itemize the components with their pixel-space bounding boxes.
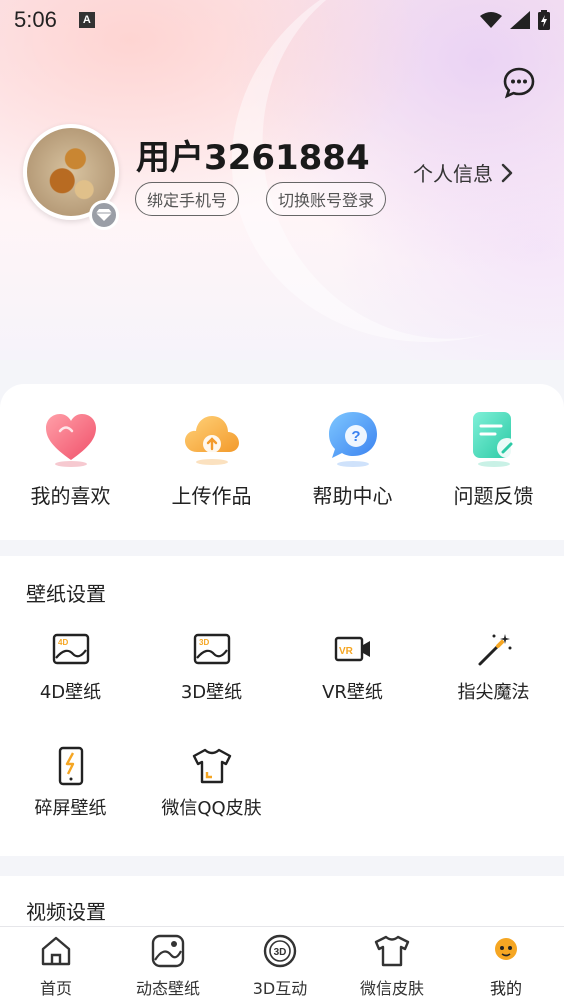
broken-screen-icon bbox=[58, 746, 83, 786]
svg-text:?: ? bbox=[351, 428, 360, 445]
setting-label: 4D壁纸 bbox=[39, 682, 102, 703]
wallpaper-settings-card: 壁纸设置 4D 4D壁纸 3D 3D壁纸 VR VR壁纸 指尖魔法 碎屏壁纸 微… bbox=[0, 556, 564, 856]
4d-wallpaper-icon: 4D bbox=[52, 633, 89, 665]
quick-action-label: 问题反馈 bbox=[453, 484, 534, 508]
status-bar: 5:06 A bbox=[0, 0, 564, 40]
mine-icon bbox=[495, 938, 517, 960]
quick-actions-card: 我的喜欢 上传作品 ? 帮助中心 问题反馈 bbox=[0, 384, 564, 540]
tab-mine[interactable]: 我的 bbox=[450, 933, 562, 999]
setting-label: 指尖魔法 bbox=[457, 682, 530, 703]
tab-3d-interactive[interactable]: 3D 3D互动 bbox=[224, 933, 336, 999]
help-bubble-icon: ? bbox=[328, 412, 377, 467]
section-title: 视频设置 bbox=[26, 900, 106, 924]
app-notification-icon: A bbox=[78, 12, 95, 28]
quick-action-upload[interactable]: 上传作品 bbox=[141, 406, 282, 509]
status-time: 5:06 bbox=[14, 7, 57, 32]
home-icon bbox=[41, 936, 71, 966]
setting-vr-wallpaper[interactable]: VR VR壁纸 bbox=[282, 630, 423, 704]
chevron-right-icon bbox=[501, 163, 513, 182]
tshirt-icon bbox=[374, 935, 410, 967]
quick-action-label: 我的喜欢 bbox=[30, 484, 111, 508]
quick-action-label: 上传作品 bbox=[171, 484, 252, 508]
tab-wechat-skin[interactable]: 微信皮肤 bbox=[336, 933, 448, 999]
tab-label: 3D互动 bbox=[252, 979, 308, 998]
tab-label: 首页 bbox=[39, 979, 72, 998]
tab-label: 动态壁纸 bbox=[135, 979, 200, 998]
vr-wallpaper-icon: VR bbox=[334, 636, 370, 662]
personal-info-link[interactable]: 个人信息 bbox=[413, 158, 513, 187]
cloud-upload-icon bbox=[184, 416, 239, 465]
svg-text:3D: 3D bbox=[274, 947, 287, 958]
heart-icon bbox=[45, 414, 96, 467]
message-button[interactable] bbox=[502, 66, 536, 100]
setting-label: 碎屏壁纸 bbox=[34, 798, 107, 819]
chat-bubble-icon bbox=[503, 67, 535, 99]
3d-interactive-icon: 3D bbox=[263, 934, 297, 968]
setting-4d-wallpaper[interactable]: 4D 4D壁纸 bbox=[0, 630, 141, 704]
setting-label: VR壁纸 bbox=[322, 682, 383, 703]
switch-account-button[interactable]: 切换账号登录 bbox=[266, 182, 387, 216]
3d-wallpaper-icon: 3D bbox=[193, 633, 230, 665]
svg-text:4D: 4D bbox=[58, 638, 68, 647]
diamond-badge-icon bbox=[89, 200, 119, 230]
bind-phone-button[interactable]: 绑定手机号 bbox=[135, 182, 240, 216]
quick-action-favorites[interactable]: 我的喜欢 bbox=[0, 406, 141, 509]
feedback-doc-icon bbox=[472, 412, 517, 467]
username: 用户3261884 bbox=[136, 138, 370, 178]
quick-action-help[interactable]: ? 帮助中心 bbox=[282, 406, 423, 509]
section-title: 壁纸设置 bbox=[26, 582, 106, 606]
setting-fingertip-magic[interactable]: 指尖魔法 bbox=[423, 630, 564, 704]
signal-icon bbox=[510, 11, 530, 29]
tab-live-wallpaper[interactable]: 动态壁纸 bbox=[112, 933, 224, 999]
live-wallpaper-icon bbox=[151, 934, 185, 968]
tab-label: 微信皮肤 bbox=[359, 979, 424, 998]
personal-info-label: 个人信息 bbox=[413, 162, 493, 186]
bottom-tab-bar: 首页 动态壁纸 3D 3D互动 微信皮肤 我的 bbox=[0, 926, 564, 1004]
svg-text:VR: VR bbox=[339, 646, 354, 657]
magic-wand-icon bbox=[478, 634, 511, 666]
wifi-icon bbox=[480, 12, 502, 28]
setting-label: 微信QQ皮肤 bbox=[161, 798, 262, 819]
battery-icon bbox=[538, 10, 550, 30]
quick-action-feedback[interactable]: 问题反馈 bbox=[423, 406, 564, 509]
setting-label: 3D壁纸 bbox=[180, 682, 243, 703]
setting-broken-screen[interactable]: 碎屏壁纸 bbox=[0, 746, 141, 820]
status-indicators bbox=[480, 10, 550, 30]
svg-text:3D: 3D bbox=[199, 638, 209, 647]
setting-wechat-qq-skin[interactable]: 微信QQ皮肤 bbox=[141, 746, 282, 820]
setting-3d-wallpaper[interactable]: 3D 3D壁纸 bbox=[141, 630, 282, 704]
tab-label: 我的 bbox=[489, 979, 522, 998]
tab-home[interactable]: 首页 bbox=[0, 933, 112, 999]
tshirt-skin-icon bbox=[192, 748, 231, 784]
quick-action-label: 帮助中心 bbox=[312, 484, 393, 508]
avatar-container[interactable] bbox=[23, 124, 119, 230]
